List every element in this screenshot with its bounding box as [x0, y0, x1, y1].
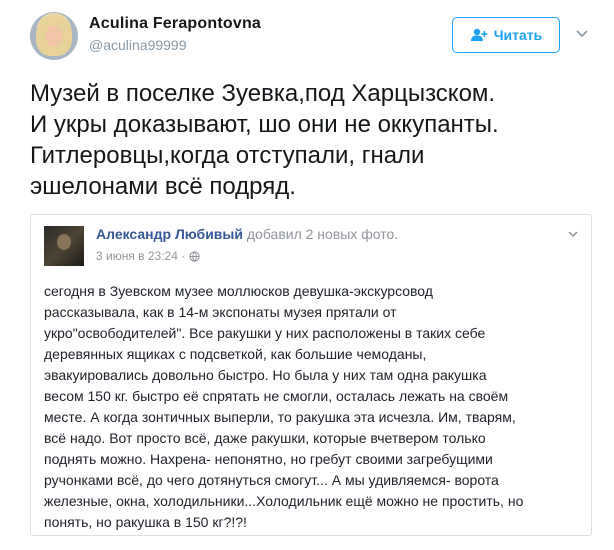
- user-handle[interactable]: @aculina99999: [89, 37, 187, 53]
- fb-author-action: добавил 2 новых фото.: [246, 226, 399, 242]
- follow-button-label: Читать: [493, 27, 543, 43]
- avatar-face: [45, 25, 63, 47]
- fb-chevron-down-icon[interactable]: [567, 227, 579, 239]
- add-user-icon: [470, 28, 488, 42]
- user-avatar[interactable]: [30, 12, 78, 60]
- fb-timestamp-text: 3 июня в 23:24 ·: [96, 249, 186, 263]
- tweet-card: Aculina Ferapontovna @aculina99999 Читат…: [0, 0, 614, 550]
- fb-author-line: Александр Любивый добавил 2 новых фото.: [96, 226, 398, 242]
- facebook-post-screenshot: Александр Любивый добавил 2 новых фото. …: [30, 214, 592, 536]
- fb-author-name[interactable]: Александр Любивый: [96, 226, 243, 242]
- fb-avatar-head: [57, 234, 71, 250]
- globe-icon: [189, 250, 200, 262]
- fb-post-timestamp[interactable]: 3 июня в 23:24 ·: [96, 249, 200, 263]
- fb-author-avatar[interactable]: [44, 226, 84, 266]
- fb-post-text: сегодня в Зуевском музее моллюсков девуш…: [44, 283, 524, 530]
- chevron-down-icon[interactable]: [575, 26, 589, 40]
- follow-button[interactable]: Читать: [452, 17, 560, 53]
- user-display-name[interactable]: Aculina Ferapontovna: [89, 15, 261, 33]
- tweet-text: Музей в поселке Зуевка,под Харцызском. И…: [30, 80, 499, 200]
